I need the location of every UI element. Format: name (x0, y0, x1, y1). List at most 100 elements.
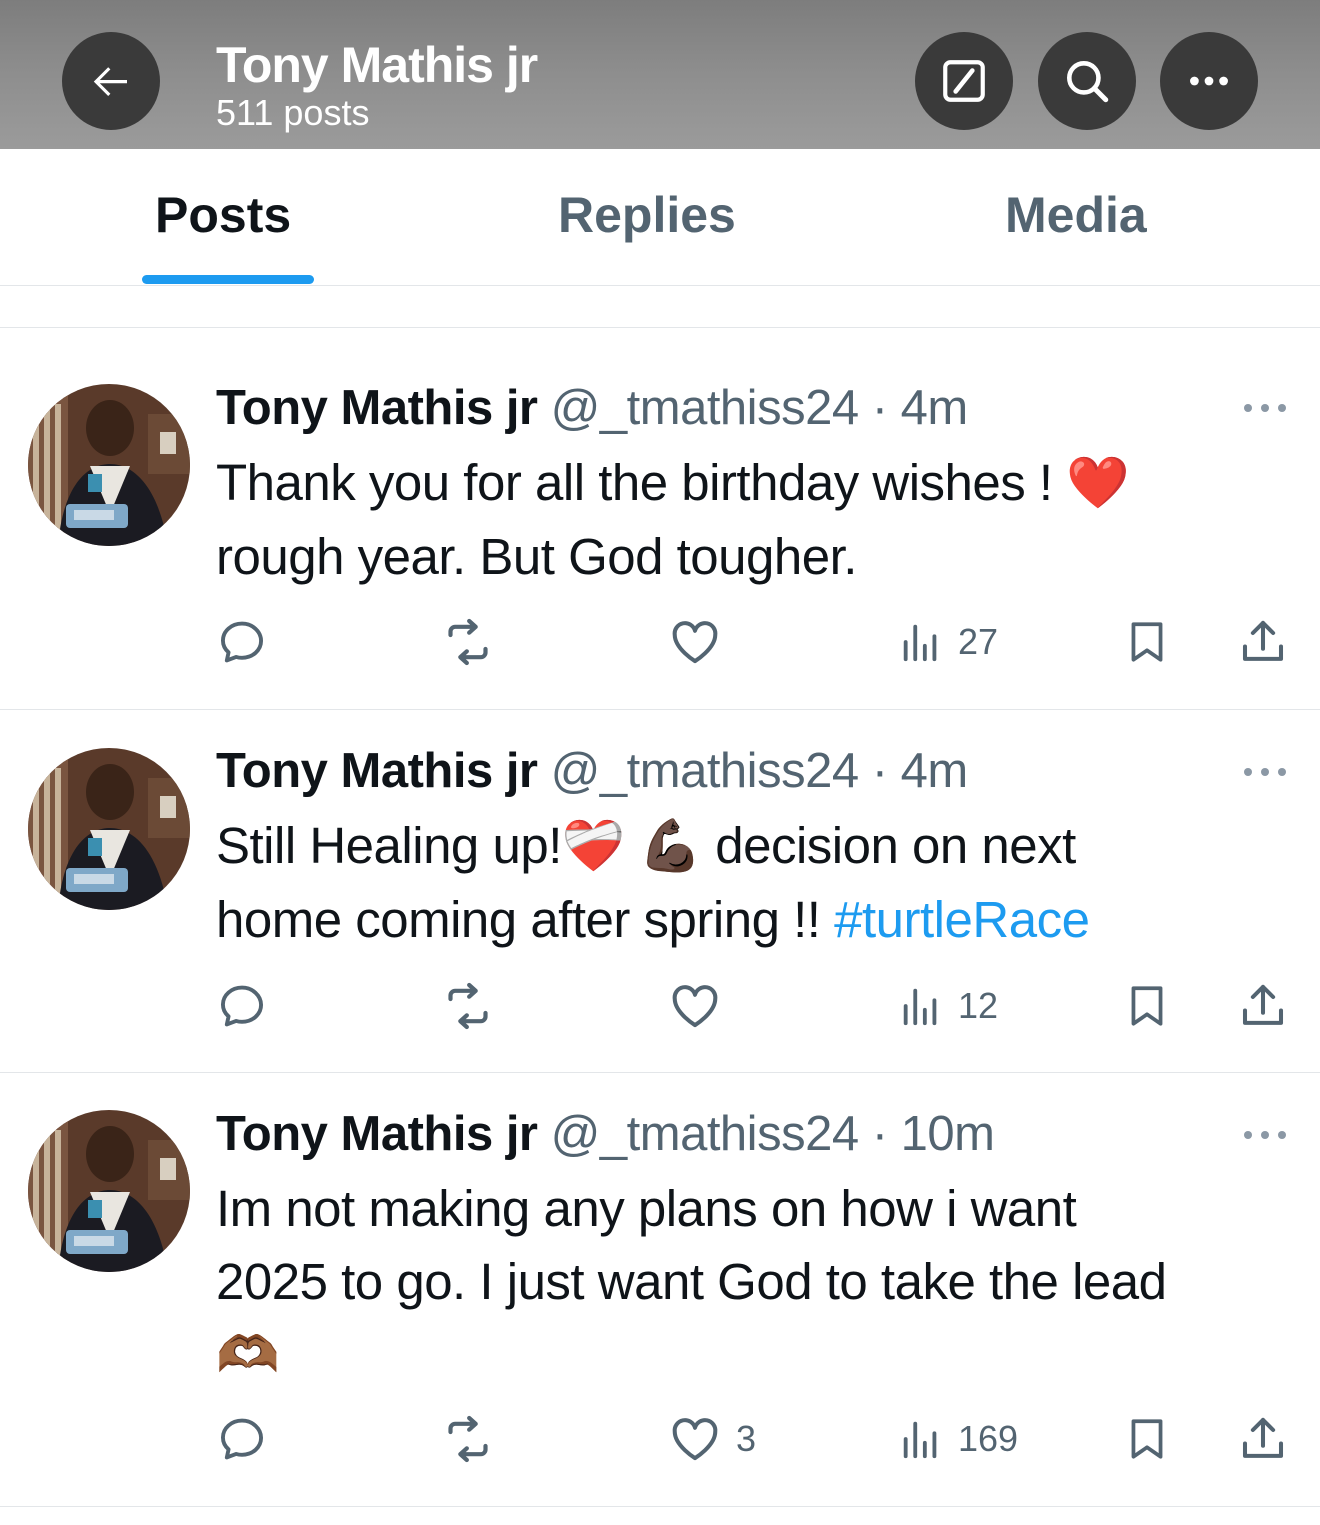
post-actions: 3 169 (0, 1409, 1320, 1469)
like-button[interactable] (668, 612, 736, 672)
like-button[interactable] (668, 976, 736, 1036)
views-icon (903, 624, 937, 662)
separator-dot: · (871, 744, 888, 798)
avatar[interactable] (28, 384, 190, 546)
repost-button[interactable] (440, 612, 496, 672)
profile-title: Tony Mathis jr (216, 37, 538, 93)
post-text-line: Im not making any plans on how i want (216, 1180, 1077, 1237)
tab-posts[interactable]: Posts (155, 186, 291, 244)
avatar-image (28, 384, 190, 546)
repost-button[interactable] (440, 976, 496, 1036)
post-actions: 12 (0, 976, 1320, 1036)
post-text: Thank you for all the birthday wishes ! … (216, 446, 1296, 593)
post-text-line: Thank you for all the birthday wishes ! (216, 454, 1067, 511)
heart-icon (672, 621, 718, 664)
compose-button[interactable] (915, 32, 1013, 130)
author-name[interactable]: Tony Mathis jr (216, 744, 538, 798)
avatar-image (28, 748, 190, 910)
tab-replies[interactable]: Replies (558, 186, 736, 244)
post-text-line: Still Healing up! (216, 817, 562, 874)
flexed-biceps-emoji: 💪🏿 (638, 817, 703, 876)
view-count: 169 (958, 1418, 1019, 1459)
share-icon (1242, 620, 1284, 661)
search-icon (1067, 61, 1109, 103)
repost-icon (448, 982, 488, 1030)
post-time[interactable]: 4m (901, 381, 969, 435)
repost-icon (448, 618, 488, 666)
view-count: 12 (958, 985, 999, 1026)
post-time[interactable]: 4m (901, 744, 969, 798)
post-text-line: 2025 to go. I just want God to take the … (216, 1253, 1167, 1310)
post-more-icon[interactable] (1240, 762, 1290, 782)
share-icon (1242, 1417, 1284, 1458)
heart-hands-emoji: 🫶🏾 (216, 1326, 280, 1385)
views-button[interactable]: 27 (898, 612, 998, 672)
like-button[interactable]: 3 (668, 1409, 756, 1469)
separator-dot: · (871, 381, 888, 435)
bookmark-button[interactable] (1122, 1409, 1172, 1469)
reply-icon (220, 985, 264, 1027)
views-button[interactable]: 12 (898, 976, 998, 1036)
views-icon (903, 988, 937, 1026)
repost-icon (448, 1415, 488, 1463)
separator-dot: · (871, 1107, 888, 1161)
post-header: Tony Mathis jr @_tmathiss24 · 4m (216, 380, 968, 436)
share-button[interactable] (1236, 612, 1290, 672)
post-time[interactable]: 10m (901, 1107, 995, 1161)
more-options-button[interactable] (1160, 32, 1258, 130)
active-tab-indicator (142, 275, 314, 284)
mending-heart-emoji: ❤️‍🩹 (561, 817, 626, 876)
bookmark-button[interactable] (1122, 612, 1172, 672)
post-text-line: rough year. But God tougher. (216, 528, 857, 585)
post-actions: 27 (0, 612, 1320, 672)
post-text-line: home coming after spring !! (216, 891, 835, 948)
post-header: Tony Mathis jr @_tmathiss24 · 10m (216, 1106, 995, 1162)
post-text: Im not making any plans on how i want 20… (216, 1172, 1296, 1392)
author-handle[interactable]: @_tmathiss24 (551, 381, 859, 435)
reply-button[interactable] (216, 976, 268, 1036)
post-text: Still Healing up!❤️‍🩹 💪🏿 decision on nex… (216, 809, 1296, 956)
author-handle[interactable]: @_tmathiss24 (551, 744, 859, 798)
reply-icon (220, 1418, 264, 1460)
profile-header: Tony Mathis jr 511 posts (0, 0, 1320, 149)
post-more-icon[interactable] (1240, 1125, 1290, 1145)
arrow-left-icon (93, 67, 127, 96)
author-name[interactable]: Tony Mathis jr (216, 1107, 538, 1161)
post-1[interactable]: Tony Mathis jr @_tmathiss24 · 4m Thank y… (0, 328, 1320, 710)
bookmark-icon (1131, 986, 1163, 1026)
bookmark-icon (1131, 622, 1163, 662)
hashtag-link[interactable]: #turtleRace (834, 891, 1090, 948)
reply-button[interactable] (216, 612, 268, 672)
share-button[interactable] (1236, 976, 1290, 1036)
author-name[interactable]: Tony Mathis jr (216, 381, 538, 435)
reply-icon (220, 621, 264, 663)
repost-button[interactable] (440, 1409, 496, 1469)
tab-media[interactable]: Media (1005, 186, 1147, 244)
views-icon (903, 1421, 937, 1459)
view-count: 27 (958, 621, 999, 662)
share-button[interactable] (1236, 1409, 1290, 1469)
post-header: Tony Mathis jr @_tmathiss24 · 4m (216, 743, 968, 799)
author-handle[interactable]: @_tmathiss24 (551, 1107, 859, 1161)
post-more-icon[interactable] (1240, 398, 1290, 418)
reply-button[interactable] (216, 1409, 268, 1469)
views-button[interactable]: 169 (898, 1409, 1018, 1469)
bookmark-icon (1131, 1419, 1163, 1459)
search-button[interactable] (1038, 32, 1136, 130)
avatar[interactable] (28, 1110, 190, 1272)
like-count: 3 (736, 1418, 757, 1459)
avatar-image (28, 1110, 190, 1272)
heart-icon (672, 985, 718, 1028)
heart-emoji: ❤️ (1066, 454, 1130, 513)
more-icon (1190, 76, 1228, 86)
post-count: 511 posts (216, 92, 370, 133)
avatar[interactable] (28, 748, 190, 910)
share-icon (1242, 984, 1284, 1025)
post-2[interactable]: Tony Mathis jr @_tmathiss24 · 4m Still H… (0, 710, 1320, 1073)
back-button[interactable] (62, 32, 160, 130)
post-3[interactable]: Tony Mathis jr @_tmathiss24 · 10m Im not… (0, 1073, 1320, 1507)
bookmark-button[interactable] (1122, 976, 1172, 1036)
post-text-line: decision on next (701, 817, 1076, 874)
compose-icon (943, 60, 985, 102)
heart-icon (672, 1418, 718, 1461)
